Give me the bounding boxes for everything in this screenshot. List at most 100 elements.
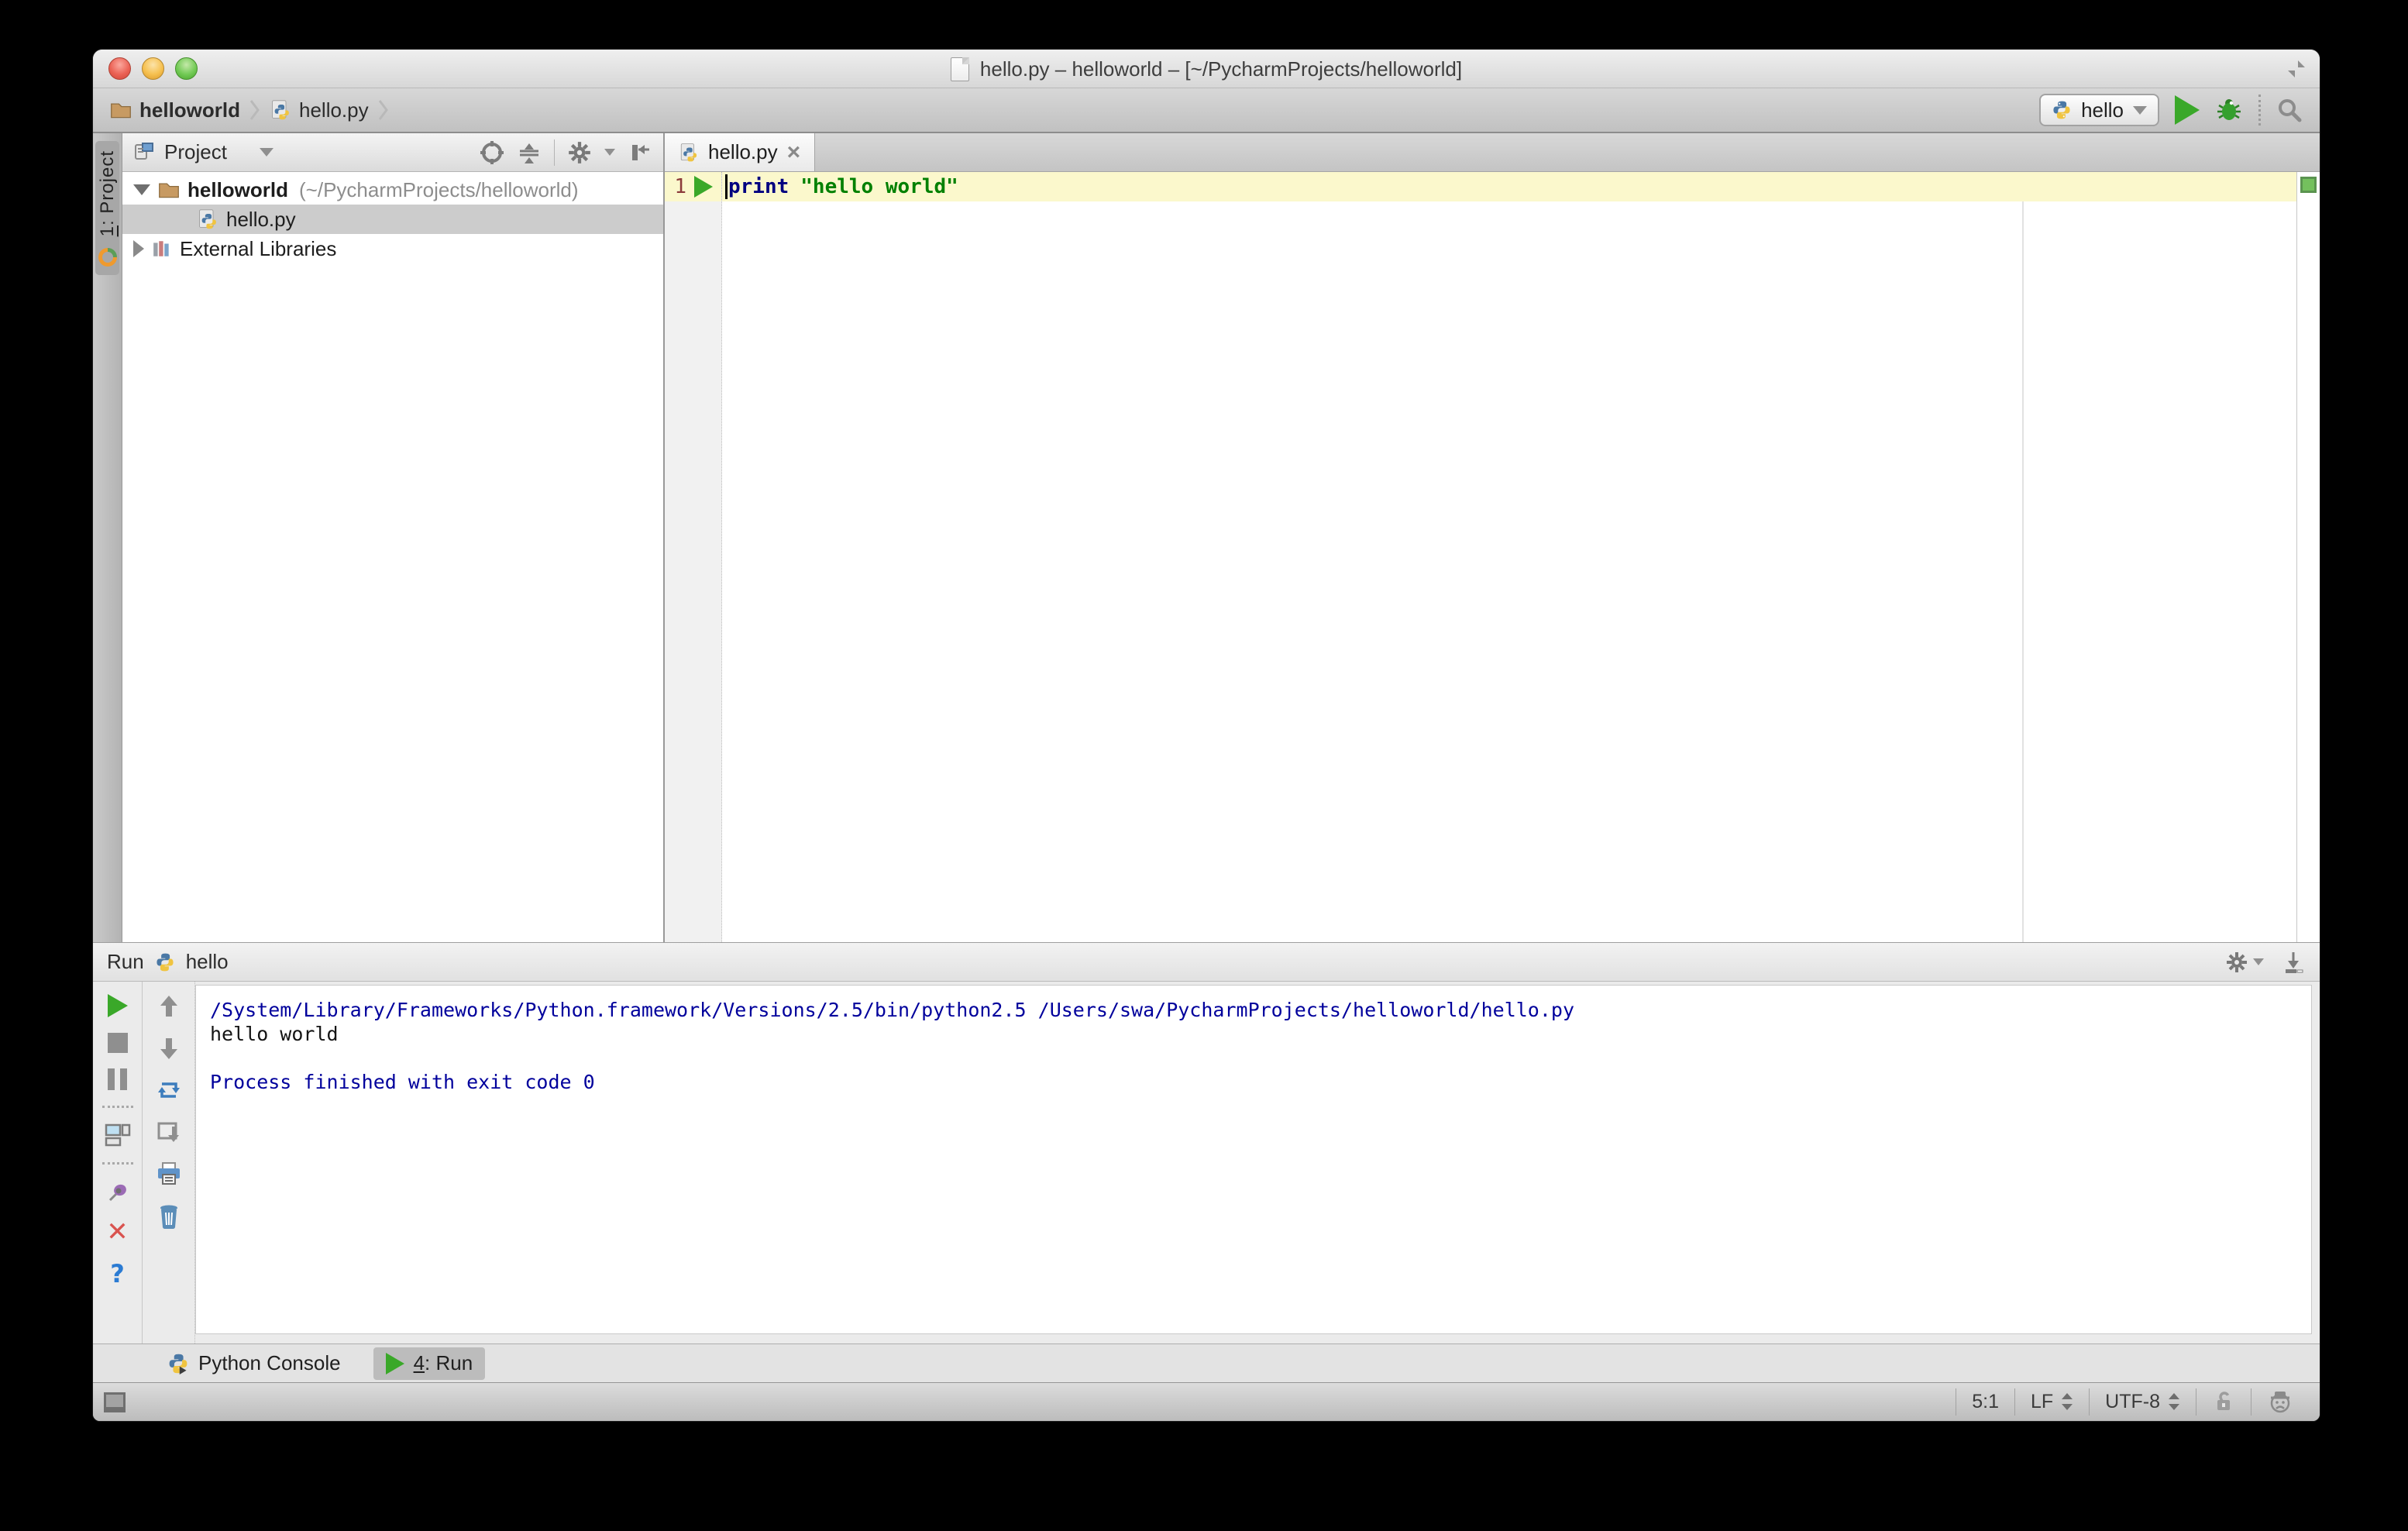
minimize-window-button[interactable] [142, 57, 164, 80]
code-editor[interactable]: 1 print "hello world" [665, 172, 2320, 942]
tool-window-button-project[interactable]: 1: Project [95, 141, 119, 276]
window-title: hello.py – helloworld – [~/PycharmProjec… [979, 57, 1463, 81]
project-view-icon [133, 142, 155, 163]
gutter-line-1: 1 [665, 172, 721, 201]
run-tool-window: Run hello ✕ ? /System/Library/Frameworks… [93, 942, 2320, 1343]
fullscreen-icon[interactable] [2284, 58, 2309, 80]
python-file-icon [197, 208, 218, 230]
soft-wrap-icon[interactable] [156, 1078, 182, 1103]
up-stack-icon[interactable] [157, 994, 181, 1019]
code-keyword: print [728, 175, 789, 198]
close-tab-icon[interactable]: × [787, 140, 801, 164]
project-panel-actions [480, 139, 652, 166]
tree-root-path: (~/PycharmProjects/helloworld) [299, 177, 579, 201]
help-icon[interactable]: ? [110, 1259, 125, 1288]
error-stripe[interactable] [2296, 172, 2320, 942]
run-console-output[interactable]: /System/Library/Frameworks/Python.framew… [195, 985, 2312, 1334]
run-panel-header: Run hello [93, 943, 2320, 982]
console-line: /System/Library/Frameworks/Python.framew… [210, 999, 1574, 1021]
pin-icon[interactable] [105, 1180, 130, 1205]
inspection-status-indicator[interactable] [2300, 177, 2317, 193]
tool-window-stripe-left: 1: Project [93, 133, 122, 942]
gear-icon[interactable] [567, 140, 592, 165]
breadcrumb-file[interactable]: hello.py [270, 98, 369, 122]
current-line: print "hello world" [722, 172, 2296, 201]
chevron-down-icon [2133, 105, 2147, 115]
locate-icon[interactable] [480, 140, 504, 165]
expand-arrow-icon[interactable] [133, 240, 144, 257]
spinner-arrows-icon [2168, 1392, 2180, 1412]
export-icon[interactable] [157, 1120, 181, 1144]
title-bar[interactable]: hello.py – helloworld – [~/PycharmProjec… [93, 50, 2320, 88]
clear-all-icon[interactable] [157, 1203, 181, 1230]
debug-icon[interactable] [2215, 96, 2243, 124]
python-file-icon [270, 99, 291, 121]
hide-panel-icon[interactable] [628, 140, 652, 165]
console-line: Process finished with exit code 0 [210, 1071, 595, 1093]
collapse-all-icon[interactable] [517, 140, 542, 165]
python-file-icon [679, 143, 699, 163]
run-button[interactable] [2175, 95, 2200, 125]
pause-icon[interactable] [108, 1068, 127, 1090]
code-string: "hello world" [800, 175, 958, 198]
run-configuration-select[interactable]: hello [2039, 94, 2159, 126]
tree-external-libraries-label: External Libraries [180, 236, 337, 260]
chevron-down-icon[interactable] [259, 148, 273, 157]
caret-position-widget[interactable]: 5:1 [1956, 1388, 2014, 1416]
pycharm-logo-icon [96, 246, 119, 269]
project-panel-title[interactable]: Project [164, 140, 227, 164]
tree-row-external-libraries[interactable]: External Libraries [122, 234, 663, 263]
chevron-down-icon[interactable] [604, 149, 615, 156]
run-panel-title: Run [107, 950, 144, 973]
project-tool-window: Project helloworld (~/PycharmProjects/he… [122, 133, 665, 942]
toggle-tool-window-buttons-icon[interactable] [104, 1392, 126, 1412]
editor-tab-hello-py[interactable]: hello.py × [665, 133, 816, 171]
editor-tab-label: hello.py [708, 140, 778, 163]
toolbar-separator [101, 1162, 133, 1165]
run-panel-body: ✕ ? /System/Library/Frameworks/Python.fr… [93, 982, 2320, 1343]
toolbar-separator [554, 139, 555, 166]
hector-inspector-icon [2267, 1389, 2293, 1414]
project-panel-header: Project [122, 133, 663, 172]
stop-icon[interactable] [107, 1033, 128, 1053]
python-console-icon [167, 1353, 189, 1374]
tool-window-bar-bottom: Python Console 4: Run [93, 1343, 2320, 1382]
chevron-right-icon [249, 98, 260, 122]
tree-row-root[interactable]: helloworld (~/PycharmProjects/helloworld… [122, 175, 663, 205]
collapse-arrow-icon[interactable] [133, 184, 150, 195]
line-separator-widget[interactable]: LF [2014, 1388, 2089, 1416]
rerun-icon[interactable] [107, 994, 128, 1017]
chevron-down-icon[interactable] [2253, 958, 2264, 965]
code-area[interactable]: print "hello world" [722, 172, 2296, 942]
run-controls: hello [2039, 94, 2303, 126]
right-margin-guide [2022, 172, 2024, 942]
python-icon [2052, 100, 2072, 120]
minimize-panel-icon[interactable] [2281, 950, 2306, 975]
zoom-window-button[interactable] [175, 57, 198, 80]
breadcrumb-project[interactable]: helloworld [110, 98, 240, 122]
search-icon[interactable] [2276, 97, 2303, 123]
encoding-widget[interactable]: UTF-8 [2089, 1388, 2196, 1416]
stripe-label: 1: Project [96, 150, 118, 237]
tree-row-file[interactable]: hello.py [122, 205, 663, 234]
close-icon[interactable]: ✕ [106, 1219, 129, 1245]
lock-widget[interactable] [2196, 1388, 2251, 1416]
folder-icon [110, 101, 132, 119]
run-toolbar-console [143, 982, 195, 1343]
status-bar: 5:1 LF UTF-8 [93, 1382, 2320, 1421]
tool-window-button-run[interactable]: 4: Run [373, 1347, 486, 1380]
print-icon[interactable] [156, 1161, 182, 1186]
status-bar-widgets: 5:1 LF UTF-8 [1956, 1383, 2309, 1421]
desktop: hello.py – helloworld – [~/PycharmProjec… [0, 0, 2408, 1531]
text-cursor [725, 174, 728, 199]
run-line-icon[interactable] [694, 176, 713, 198]
close-window-button[interactable] [108, 57, 131, 80]
line-number: 1 [674, 175, 686, 198]
tool-window-button-python-console[interactable]: Python Console [155, 1347, 353, 1380]
gear-icon[interactable] [2225, 951, 2248, 974]
down-stack-icon[interactable] [157, 1036, 181, 1061]
breadcrumb: helloworld hello.py [110, 98, 389, 122]
highlighting-level-widget[interactable] [2251, 1388, 2309, 1416]
show-console-icon[interactable] [105, 1123, 131, 1147]
